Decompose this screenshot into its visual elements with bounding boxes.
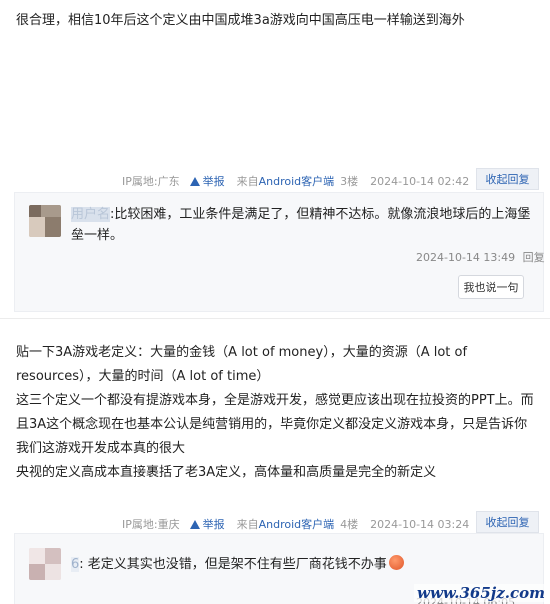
client-source: 来自Android客户端 [236, 175, 335, 188]
post-floor-3: 很合理，相信10年后这个定义由中国成堆3a游戏向中国高压电一样输送到海外 IP属… [0, 0, 550, 318]
report-link[interactable]: 举报 [189, 173, 225, 189]
subreply-content: 用户名:比较困难，工业条件是满足了，但精神不达标。就像流浪地球后的上海堡垒一样。 [71, 207, 531, 243]
subreply-box: 用户名:比较困难，工业条件是满足了，但精神不达标。就像流浪地球后的上海堡垒一样。… [14, 192, 545, 312]
post-time: 2024-10-14 02:42 [370, 174, 470, 188]
avatar[interactable] [29, 205, 61, 237]
post-content: 很合理，相信10年后这个定义由中国成堆3a游戏向中国高压电一样输送到海外 [16, 13, 465, 28]
client-link[interactable]: Android客户端 [259, 518, 335, 531]
report-link[interactable]: 举报 [189, 516, 225, 532]
post-meta: IP属地:重庆 举报 来自Android客户端 4楼 2024-10-14 03… [122, 516, 469, 532]
ip-location: IP属地:重庆 [122, 518, 180, 531]
subreply-username[interactable]: 用户名 [71, 207, 111, 222]
post-content: 贴一下3A游戏老定义：大量的金钱（A lot of money），大量的资源（A… [0, 341, 550, 485]
post-time: 2024-10-14 03:24 [370, 517, 470, 531]
floor-number: 3楼 [340, 175, 359, 188]
emoji-icon [388, 555, 404, 570]
avatar[interactable] [29, 548, 61, 580]
post-paragraph: 贴一下3A游戏老定义：大量的金钱（A lot of money），大量的资源（A… [16, 345, 468, 384]
collapse-reply-button[interactable]: 收起回复 [476, 511, 539, 533]
subreply-content: 6: 老定义其实也没错，但是架不住有些厂商花钱不办事 [71, 554, 533, 575]
subreply-time: 2024-10-14 13:49 [416, 251, 516, 264]
floor-number: 4楼 [340, 518, 359, 531]
client-link[interactable]: Android客户端 [259, 175, 335, 188]
post-floor-4: 贴一下3A游戏老定义：大量的金钱（A lot of money），大量的资源（A… [0, 319, 550, 604]
subreply-reply-link[interactable]: 回复 [523, 251, 545, 264]
post-meta: IP属地:广东 举报 来自Android客户端 3楼 2024-10-14 02… [122, 173, 469, 189]
client-source: 来自Android客户端 [236, 518, 335, 531]
add-comment-button[interactable]: 我也说一句 [458, 275, 524, 299]
post-paragraph: 这三个定义一个都没有提游戏本身，全是游戏开发，感觉更应该出现在拉投资的PPT上。… [16, 393, 534, 456]
subreply-meta: 2024-10-14 13:49 回复 [416, 249, 545, 265]
post-paragraph: 央视的定义高成本直接裹括了老3A定义，高体量和高质量是完全的新定义 [16, 465, 437, 480]
collapse-reply-button[interactable]: 收起回复 [476, 168, 539, 190]
watermark: www.365jz.com [414, 584, 548, 602]
warning-icon [189, 176, 200, 186]
ip-location: IP属地:广东 [122, 175, 180, 188]
warning-icon [189, 519, 200, 529]
